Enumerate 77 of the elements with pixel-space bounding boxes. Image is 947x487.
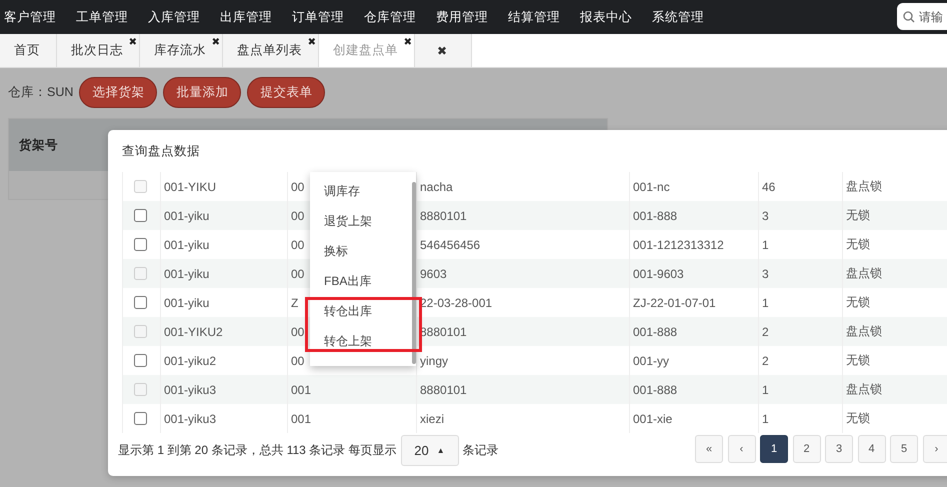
- table-cell: 盘点锁: [843, 317, 947, 346]
- search-icon: [903, 11, 915, 23]
- close-all-tab[interactable]: ✖: [415, 34, 472, 67]
- table-cell: 001-yiku: [161, 230, 288, 259]
- nav-menu-item[interactable]: 入库管理: [148, 8, 220, 26]
- row-checkbox[interactable]: [134, 238, 147, 251]
- page-button[interactable]: 3: [825, 435, 853, 463]
- table-cell: 001-9603: [630, 259, 759, 288]
- nav-menu-item[interactable]: 订单管理: [292, 8, 364, 26]
- table-cell: 001-xie: [630, 404, 759, 433]
- table-cell: 001-yiku3: [161, 375, 288, 404]
- nav-menu-item[interactable]: 系统管理: [652, 8, 724, 26]
- table-cell: 盘点锁: [843, 259, 947, 288]
- table-cell: 001-yiku2: [161, 346, 288, 375]
- table-cell: xiezi: [417, 404, 630, 433]
- nav-menu-item[interactable]: 客户管理: [4, 8, 76, 26]
- nav-menu-item[interactable]: 报表中心: [580, 8, 652, 26]
- table-cell: ZJ-22-01-07-01: [630, 288, 759, 317]
- table-cell: yingy: [417, 346, 630, 375]
- table-cell: 001-yiku: [161, 259, 288, 288]
- page-tab[interactable]: 盘点单列表 ✖: [223, 34, 319, 67]
- page-tab[interactable]: 库存流水 ✖: [140, 34, 223, 67]
- table-cell: 001-YIKU2: [161, 317, 288, 346]
- table-cell: 001-yiku: [161, 288, 288, 317]
- page-button[interactable]: 4: [858, 435, 886, 463]
- table-cell: 001-1212313312: [630, 230, 759, 259]
- row-checkbox[interactable]: [134, 412, 147, 425]
- table-cell: 1: [759, 375, 843, 404]
- action-button[interactable]: 选择货架: [79, 77, 158, 108]
- page-tab[interactable]: 批次日志 ✖: [57, 34, 140, 67]
- nav-menu-item[interactable]: 费用管理: [436, 8, 508, 26]
- pagination-summary: 显示第 1 到第 20 条记录，总共 113 条记录 每页显示: [118, 442, 396, 459]
- table-cell: 3: [759, 259, 843, 288]
- table-cell: 盘点锁: [843, 375, 947, 404]
- modal-title: 查询盘点数据: [121, 142, 201, 160]
- page-size-select[interactable]: 20 ▲: [400, 435, 458, 466]
- table-cell: 9603: [417, 259, 630, 288]
- nav-menu-item[interactable]: 工单管理: [76, 8, 148, 26]
- table-cell: 001-yiku: [161, 201, 288, 230]
- nav-menu-item[interactable]: 出库管理: [220, 8, 292, 26]
- page-button[interactable]: «: [695, 435, 723, 463]
- page-tab[interactable]: 首页: [0, 34, 57, 67]
- records-label: 条记录: [462, 442, 498, 459]
- close-icon[interactable]: ✖: [404, 37, 412, 48]
- warehouse-label: 仓库：SUN: [8, 84, 74, 101]
- row-checkbox[interactable]: [134, 209, 147, 222]
- table-cell: 001: [288, 375, 417, 404]
- row-checkbox[interactable]: [134, 354, 147, 367]
- table-cell: 001-888: [630, 375, 759, 404]
- page-button[interactable]: ›: [922, 435, 947, 463]
- table-cell: 001-YIKU: [161, 172, 288, 201]
- close-icon[interactable]: ✖: [212, 37, 220, 48]
- action-button[interactable]: 提交表单: [247, 77, 326, 108]
- scrollbar[interactable]: [412, 182, 416, 364]
- page-button[interactable]: ‹: [728, 435, 756, 463]
- table-cell: 001: [288, 404, 417, 433]
- page-button[interactable]: 5: [890, 435, 918, 463]
- row-checkbox[interactable]: [134, 296, 147, 309]
- table-cell: 001-nc: [630, 172, 759, 201]
- action-button[interactable]: 批量添加: [163, 77, 242, 108]
- search-field[interactable]: 请输: [897, 3, 947, 30]
- nav-menu-item[interactable]: 结算管理: [508, 8, 580, 26]
- table-cell: 8880101: [417, 375, 630, 404]
- nav-menu-item[interactable]: 仓库管理: [364, 8, 436, 26]
- table-cell: 001-yiku3: [161, 404, 288, 433]
- page-button[interactable]: 1: [760, 435, 788, 463]
- close-icon[interactable]: ✖: [308, 37, 316, 48]
- table-cell: 无锁: [843, 201, 947, 230]
- table-cell: 3: [759, 201, 843, 230]
- table-cell: 46: [759, 172, 843, 201]
- table-cell: 2: [759, 317, 843, 346]
- table-cell: 001-888: [630, 201, 759, 230]
- table-cell: 001-yy: [630, 346, 759, 375]
- table-cell: 8880101: [417, 201, 630, 230]
- page-button[interactable]: 2: [792, 435, 820, 463]
- table-cell: 001-888: [630, 317, 759, 346]
- close-icon[interactable]: ✖: [128, 37, 137, 48]
